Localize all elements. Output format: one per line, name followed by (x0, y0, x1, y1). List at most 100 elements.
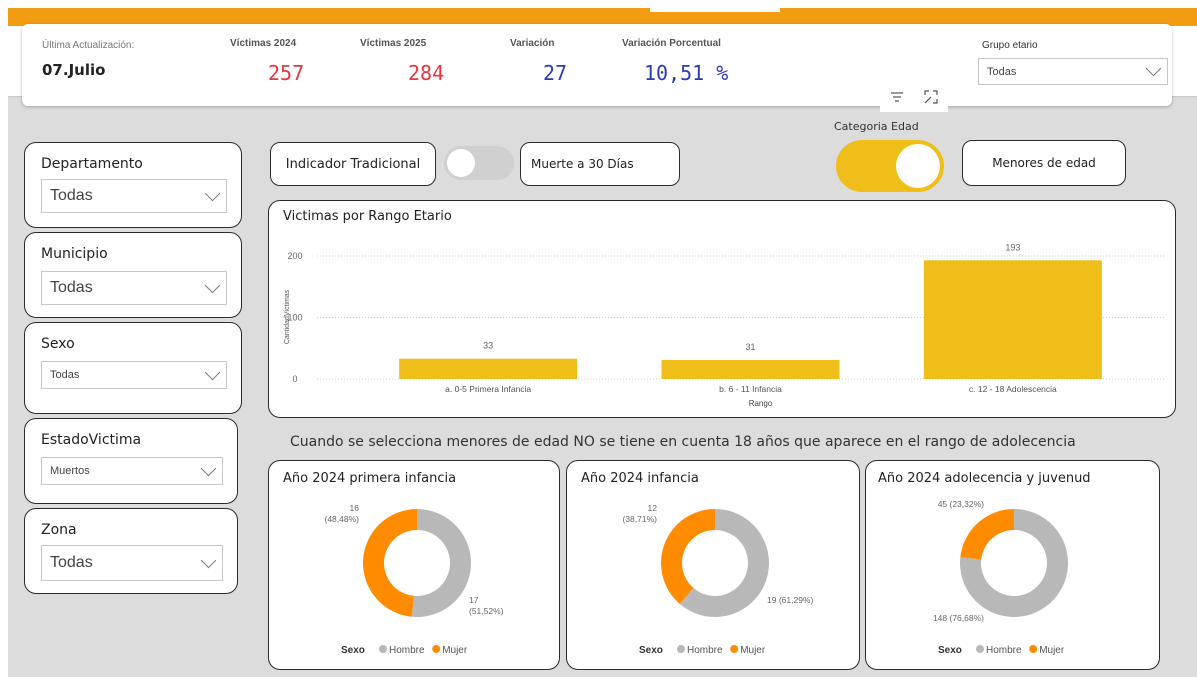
age-group-value: Todas (987, 65, 1017, 78)
filter-icon[interactable] (890, 90, 904, 104)
toggle-knob (447, 149, 475, 177)
slicer-municipio: Municipio Todas (24, 232, 242, 318)
bar[interactable] (399, 358, 578, 379)
slicer-estado-victima: EstadoVictima Muertos (24, 418, 238, 504)
donut-data-label: (38,71%) (623, 514, 658, 524)
chevron-down-icon (204, 277, 221, 293)
chevron-down-icon (1145, 60, 1162, 77)
donut-data-label: 148 (76,68%) (933, 613, 984, 623)
bar-data-label: 33 (483, 341, 493, 351)
x-tick-label: b. 6 - 11 Infancia (719, 384, 782, 394)
chevron-down-icon (200, 460, 217, 476)
y-tick-label: 200 (287, 251, 302, 261)
donut-card-primera-infancia: Año 2024 primera infancia 17 (51,52%) 16 (4… (268, 460, 560, 670)
legend-marker (379, 645, 387, 653)
kpi-variation-pct-label: Variación Porcentual (622, 38, 721, 49)
slicer-departamento: Departamento Todas (24, 142, 242, 228)
estado-victima-dropdown[interactable]: Muertos (41, 457, 223, 485)
slicer-title: EstadoVictima (41, 432, 142, 448)
municipio-dropdown[interactable]: Todas (41, 271, 227, 305)
zona-dropdown[interactable]: Todas (41, 545, 223, 581)
x-axis-label: Rango (749, 399, 773, 408)
header-band-gap (650, 8, 780, 12)
category-age-label: Categoria Edad (834, 120, 919, 133)
kpi-victims-2024-value: 257 (268, 61, 305, 85)
donut-data-label: 45 (23,32%) (938, 499, 984, 509)
bar-data-label: 31 (745, 342, 755, 352)
donut-data-label: (48,48%) (325, 514, 360, 524)
bar-data-label: 193 (1005, 242, 1020, 252)
kpi-victims-2025-label: Víctimas 2025 (360, 38, 427, 49)
legend-title: Sexo (639, 645, 663, 656)
donut-data-label: 16 (350, 503, 360, 513)
donut-data-label: 19 (61,29%) (767, 595, 813, 605)
category-age-toggle[interactable] (836, 140, 944, 192)
legend-label: Hombre (389, 645, 425, 656)
slicer-title: Zona (41, 522, 77, 538)
legend-marker (730, 645, 739, 653)
legend-marker (1029, 645, 1038, 653)
legend-marker (677, 645, 685, 653)
legend-label: Mujer (740, 645, 766, 656)
dropdown-value: Todas (50, 279, 93, 296)
indicator-traditional-button[interactable]: Indicador Tradicional (270, 142, 436, 186)
sexo-dropdown[interactable]: Todas (41, 361, 227, 389)
focus-mode-icon[interactable] (924, 90, 938, 104)
y-axis-label: CantidadVictimas (284, 289, 291, 344)
donut-data-label: 17 (469, 595, 479, 605)
donut-slice-mujer[interactable] (363, 509, 417, 617)
dropdown-value: Todas (50, 187, 93, 204)
legend-title: Sexo (938, 645, 962, 656)
dropdown-value: Todas (50, 554, 93, 571)
donut-slice-mujer[interactable] (960, 509, 1014, 560)
donut-slice-mujer[interactable] (661, 509, 715, 604)
kpi-variation-label: Variación (510, 38, 555, 49)
donut-slice-hombre[interactable] (411, 509, 471, 617)
dropdown-value: Todas (50, 369, 80, 381)
donut-chart: 19 (61,29%) 12(38,71%) Sexo Hombre Mujer (623, 503, 814, 656)
legend-label: Mujer (1039, 645, 1065, 656)
kpi-variation-pct-value: 10,51 % (644, 61, 729, 85)
age-group-dropdown[interactable]: Todas (978, 58, 1168, 85)
donut-card-infancia: Año 2024 infancia 19 (61,29%) 12 (38,71%) S… (566, 460, 860, 670)
last-update-value: 07.Julio (42, 61, 106, 79)
donut-data-label: 12 (648, 503, 658, 513)
death-30-days-button[interactable]: Muerte a 30 Días (520, 142, 680, 186)
chevron-down-icon (204, 185, 221, 201)
age-group-label: Grupo etario (982, 40, 1038, 51)
y-tick-label: 0 (292, 374, 297, 384)
kpi-victims-2025-value: 284 (408, 61, 445, 85)
kpi-variation-value: 27 (543, 61, 568, 85)
toggle-knob (896, 144, 940, 188)
indicator-toggle[interactable] (444, 146, 514, 180)
bar-chart: 0100200CantidadVictimas33a. 0-5 Primera … (284, 242, 1164, 408)
departamento-dropdown[interactable]: Todas (41, 179, 227, 213)
legend-title: Sexo (341, 645, 365, 656)
chevron-down-icon (200, 552, 217, 568)
bar-chart-card: Victimas por Rango Etario 0 100 200 Cantida… (268, 200, 1176, 418)
slicer-title: Municipio (41, 246, 108, 262)
donut-chart: 17(51,52%) 16(48,48%) Sexo Hombre Mujer (325, 503, 504, 656)
bar[interactable] (923, 260, 1102, 379)
slicer-title: Sexo (41, 336, 75, 352)
dropdown-value: Muertos (50, 465, 90, 477)
legend-marker (432, 645, 441, 653)
donut-chart: 148 (76,68%) 45 (23,32%) Sexo Hombre Mujer (933, 499, 1068, 656)
slicer-zona: Zona Todas (24, 508, 238, 594)
legend-marker (976, 645, 984, 653)
x-tick-label: c. 12 - 18 Adolescencia (969, 384, 1057, 394)
kpi-victims-2024-label: Víctimas 2024 (230, 38, 297, 49)
x-tick-label: a. 0-5 Primera Infancia (445, 384, 531, 394)
slicer-sexo: Sexo Todas (24, 322, 242, 414)
donut-data-label: (51,52%) (469, 606, 504, 616)
minors-note: Cuando se selecciona menores de edad NO … (290, 434, 1076, 450)
chevron-down-icon (204, 364, 221, 380)
minors-button[interactable]: Menores de edad (962, 140, 1126, 186)
legend-label: Mujer (442, 645, 468, 656)
legend-label: Hombre (687, 645, 723, 656)
last-update-label: Última Actualización: (42, 40, 135, 51)
legend-label: Hombre (986, 645, 1022, 656)
donut-card-adolecencia: Año 2024 adolecencia y juvenud 148 (76,6… (865, 460, 1160, 670)
bar[interactable] (661, 359, 840, 379)
slicer-title: Departamento (41, 156, 143, 172)
